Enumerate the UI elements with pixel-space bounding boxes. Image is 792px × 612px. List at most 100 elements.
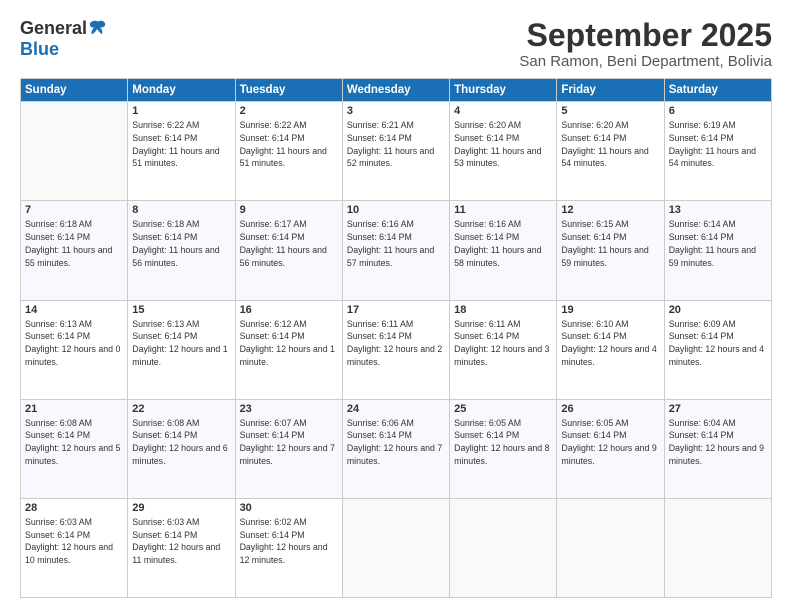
day-info: Sunrise: 6:03 AMSunset: 6:14 PMDaylight:… [25, 517, 113, 565]
day-number: 25 [454, 403, 552, 415]
day-number: 13 [669, 204, 767, 216]
title-block: September 2025 San Ramon, Beni Departmen… [519, 18, 772, 70]
col-friday: Friday [557, 79, 664, 102]
day-number: 23 [240, 403, 338, 415]
day-number: 24 [347, 403, 445, 415]
day-number: 7 [25, 204, 123, 216]
table-row: 7 Sunrise: 6:18 AMSunset: 6:14 PMDayligh… [21, 201, 128, 300]
table-row: 29 Sunrise: 6:03 AMSunset: 6:14 PMDaylig… [128, 498, 235, 597]
day-info: Sunrise: 6:12 AMSunset: 6:14 PMDaylight:… [240, 319, 335, 367]
table-row: 27 Sunrise: 6:04 AMSunset: 6:14 PMDaylig… [664, 399, 771, 498]
logo-general-text: General [20, 18, 87, 39]
table-row: 16 Sunrise: 6:12 AMSunset: 6:14 PMDaylig… [235, 300, 342, 399]
day-info: Sunrise: 6:03 AMSunset: 6:14 PMDaylight:… [132, 517, 220, 565]
day-info: Sunrise: 6:18 AMSunset: 6:14 PMDaylight:… [25, 219, 112, 267]
day-info: Sunrise: 6:18 AMSunset: 6:14 PMDaylight:… [132, 219, 219, 267]
table-row: 20 Sunrise: 6:09 AMSunset: 6:14 PMDaylig… [664, 300, 771, 399]
day-info: Sunrise: 6:10 AMSunset: 6:14 PMDaylight:… [561, 319, 656, 367]
day-number: 2 [240, 105, 338, 117]
day-number: 18 [454, 304, 552, 316]
table-row: 23 Sunrise: 6:07 AMSunset: 6:14 PMDaylig… [235, 399, 342, 498]
day-number: 9 [240, 204, 338, 216]
table-row: 18 Sunrise: 6:11 AMSunset: 6:14 PMDaylig… [450, 300, 557, 399]
calendar-table: Sunday Monday Tuesday Wednesday Thursday… [20, 78, 772, 598]
day-number: 8 [132, 204, 230, 216]
day-info: Sunrise: 6:13 AMSunset: 6:14 PMDaylight:… [132, 319, 227, 367]
col-saturday: Saturday [664, 79, 771, 102]
location-subtitle: San Ramon, Beni Department, Bolivia [519, 53, 772, 70]
day-number: 21 [25, 403, 123, 415]
day-info: Sunrise: 6:08 AMSunset: 6:14 PMDaylight:… [132, 418, 227, 466]
day-number: 27 [669, 403, 767, 415]
table-row [557, 498, 664, 597]
day-number: 4 [454, 105, 552, 117]
page: General Blue September 2025 San Ramon, B… [0, 0, 792, 612]
col-tuesday: Tuesday [235, 79, 342, 102]
day-number: 10 [347, 204, 445, 216]
day-info: Sunrise: 6:05 AMSunset: 6:14 PMDaylight:… [561, 418, 656, 466]
table-row [664, 498, 771, 597]
day-number: 17 [347, 304, 445, 316]
day-info: Sunrise: 6:15 AMSunset: 6:14 PMDaylight:… [561, 219, 648, 267]
header: General Blue September 2025 San Ramon, B… [20, 18, 772, 70]
day-info: Sunrise: 6:11 AMSunset: 6:14 PMDaylight:… [454, 319, 549, 367]
day-info: Sunrise: 6:06 AMSunset: 6:14 PMDaylight:… [347, 418, 442, 466]
day-number: 11 [454, 204, 552, 216]
day-info: Sunrise: 6:16 AMSunset: 6:14 PMDaylight:… [347, 219, 434, 267]
day-number: 20 [669, 304, 767, 316]
day-info: Sunrise: 6:22 AMSunset: 6:14 PMDaylight:… [132, 120, 219, 168]
table-row: 8 Sunrise: 6:18 AMSunset: 6:14 PMDayligh… [128, 201, 235, 300]
col-thursday: Thursday [450, 79, 557, 102]
col-sunday: Sunday [21, 79, 128, 102]
table-row: 14 Sunrise: 6:13 AMSunset: 6:14 PMDaylig… [21, 300, 128, 399]
table-row: 30 Sunrise: 6:02 AMSunset: 6:14 PMDaylig… [235, 498, 342, 597]
table-row: 2 Sunrise: 6:22 AMSunset: 6:14 PMDayligh… [235, 102, 342, 201]
table-row: 6 Sunrise: 6:19 AMSunset: 6:14 PMDayligh… [664, 102, 771, 201]
day-info: Sunrise: 6:02 AMSunset: 6:14 PMDaylight:… [240, 517, 328, 565]
day-info: Sunrise: 6:22 AMSunset: 6:14 PMDaylight:… [240, 120, 327, 168]
logo-blue-text: Blue [20, 39, 59, 60]
logo: General Blue [20, 18, 107, 60]
day-info: Sunrise: 6:20 AMSunset: 6:14 PMDaylight:… [454, 120, 541, 168]
day-info: Sunrise: 6:17 AMSunset: 6:14 PMDaylight:… [240, 219, 327, 267]
day-number: 16 [240, 304, 338, 316]
day-info: Sunrise: 6:05 AMSunset: 6:14 PMDaylight:… [454, 418, 549, 466]
table-row [21, 102, 128, 201]
table-row: 26 Sunrise: 6:05 AMSunset: 6:14 PMDaylig… [557, 399, 664, 498]
day-number: 29 [132, 502, 230, 514]
table-row [342, 498, 449, 597]
table-row: 5 Sunrise: 6:20 AMSunset: 6:14 PMDayligh… [557, 102, 664, 201]
table-row: 17 Sunrise: 6:11 AMSunset: 6:14 PMDaylig… [342, 300, 449, 399]
day-number: 3 [347, 105, 445, 117]
table-row: 15 Sunrise: 6:13 AMSunset: 6:14 PMDaylig… [128, 300, 235, 399]
day-info: Sunrise: 6:16 AMSunset: 6:14 PMDaylight:… [454, 219, 541, 267]
logo-bird-icon [89, 19, 107, 37]
day-number: 12 [561, 204, 659, 216]
day-info: Sunrise: 6:20 AMSunset: 6:14 PMDaylight:… [561, 120, 648, 168]
day-info: Sunrise: 6:14 AMSunset: 6:14 PMDaylight:… [669, 219, 756, 267]
table-row: 21 Sunrise: 6:08 AMSunset: 6:14 PMDaylig… [21, 399, 128, 498]
calendar-week-row: 21 Sunrise: 6:08 AMSunset: 6:14 PMDaylig… [21, 399, 772, 498]
day-number: 14 [25, 304, 123, 316]
table-row: 4 Sunrise: 6:20 AMSunset: 6:14 PMDayligh… [450, 102, 557, 201]
table-row: 19 Sunrise: 6:10 AMSunset: 6:14 PMDaylig… [557, 300, 664, 399]
day-number: 5 [561, 105, 659, 117]
month-title: September 2025 [519, 18, 772, 53]
calendar-week-row: 1 Sunrise: 6:22 AMSunset: 6:14 PMDayligh… [21, 102, 772, 201]
table-row: 12 Sunrise: 6:15 AMSunset: 6:14 PMDaylig… [557, 201, 664, 300]
day-info: Sunrise: 6:04 AMSunset: 6:14 PMDaylight:… [669, 418, 764, 466]
day-info: Sunrise: 6:19 AMSunset: 6:14 PMDaylight:… [669, 120, 756, 168]
table-row: 11 Sunrise: 6:16 AMSunset: 6:14 PMDaylig… [450, 201, 557, 300]
col-monday: Monday [128, 79, 235, 102]
table-row: 28 Sunrise: 6:03 AMSunset: 6:14 PMDaylig… [21, 498, 128, 597]
day-number: 6 [669, 105, 767, 117]
table-row: 22 Sunrise: 6:08 AMSunset: 6:14 PMDaylig… [128, 399, 235, 498]
day-number: 28 [25, 502, 123, 514]
table-row: 3 Sunrise: 6:21 AMSunset: 6:14 PMDayligh… [342, 102, 449, 201]
day-info: Sunrise: 6:21 AMSunset: 6:14 PMDaylight:… [347, 120, 434, 168]
day-info: Sunrise: 6:07 AMSunset: 6:14 PMDaylight:… [240, 418, 335, 466]
day-info: Sunrise: 6:09 AMSunset: 6:14 PMDaylight:… [669, 319, 764, 367]
calendar-week-row: 7 Sunrise: 6:18 AMSunset: 6:14 PMDayligh… [21, 201, 772, 300]
table-row: 13 Sunrise: 6:14 AMSunset: 6:14 PMDaylig… [664, 201, 771, 300]
table-row: 10 Sunrise: 6:16 AMSunset: 6:14 PMDaylig… [342, 201, 449, 300]
